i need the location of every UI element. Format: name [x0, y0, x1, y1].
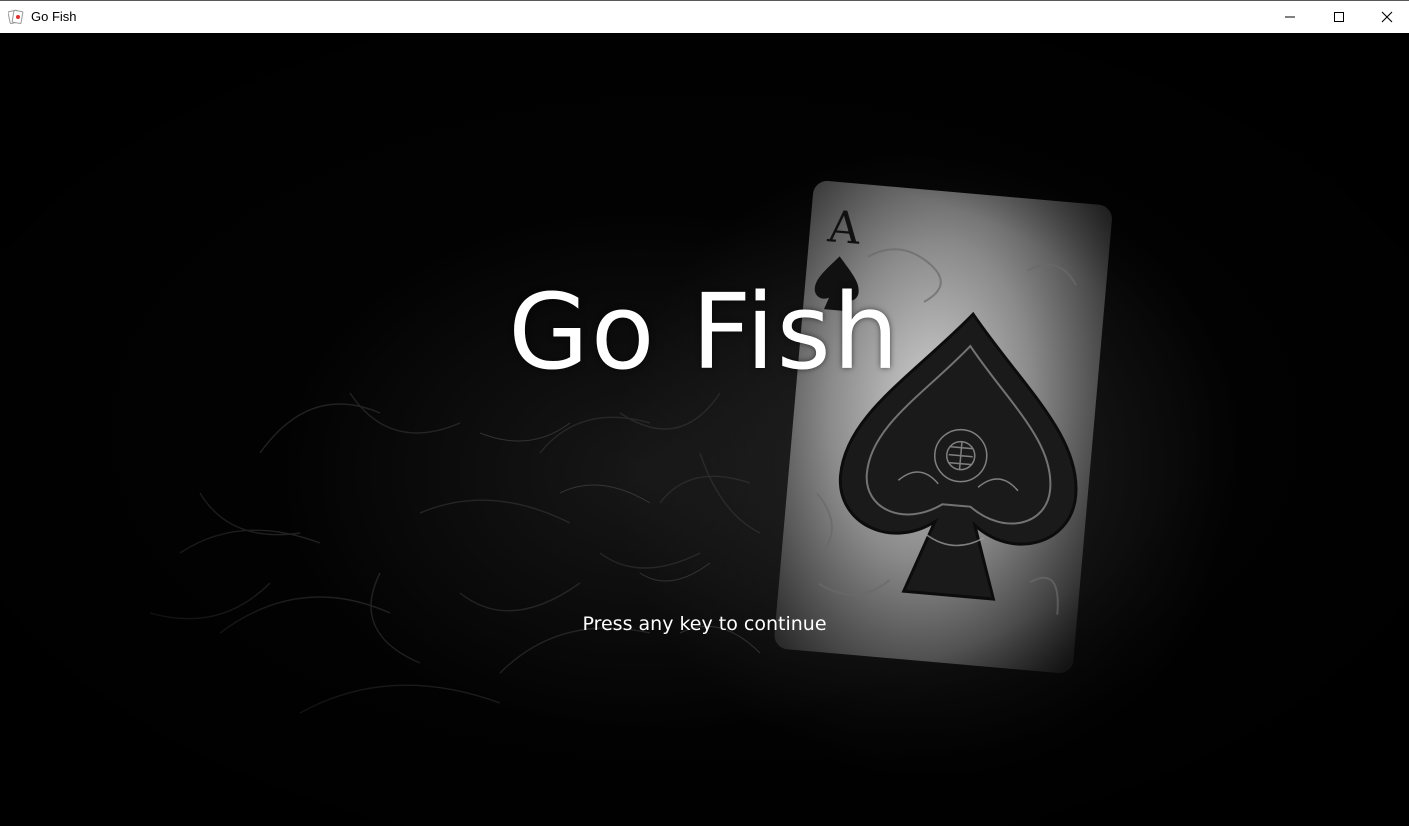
maximize-icon [1333, 8, 1345, 27]
continue-prompt: Press any key to continue [582, 613, 827, 635]
close-button[interactable] [1364, 1, 1409, 33]
window-titlebar: Go Fish [0, 0, 1409, 33]
playing-cards-icon [7, 9, 24, 25]
minimize-icon [1284, 8, 1296, 27]
minimize-button[interactable] [1267, 1, 1313, 33]
background-art: A [0, 33, 1409, 826]
game-viewport[interactable]: A Go Fish [0, 33, 1409, 826]
maximize-button[interactable] [1316, 1, 1362, 33]
game-title: Go Fish [508, 271, 901, 393]
window-title: Go Fish [31, 9, 77, 24]
close-icon [1381, 8, 1393, 27]
